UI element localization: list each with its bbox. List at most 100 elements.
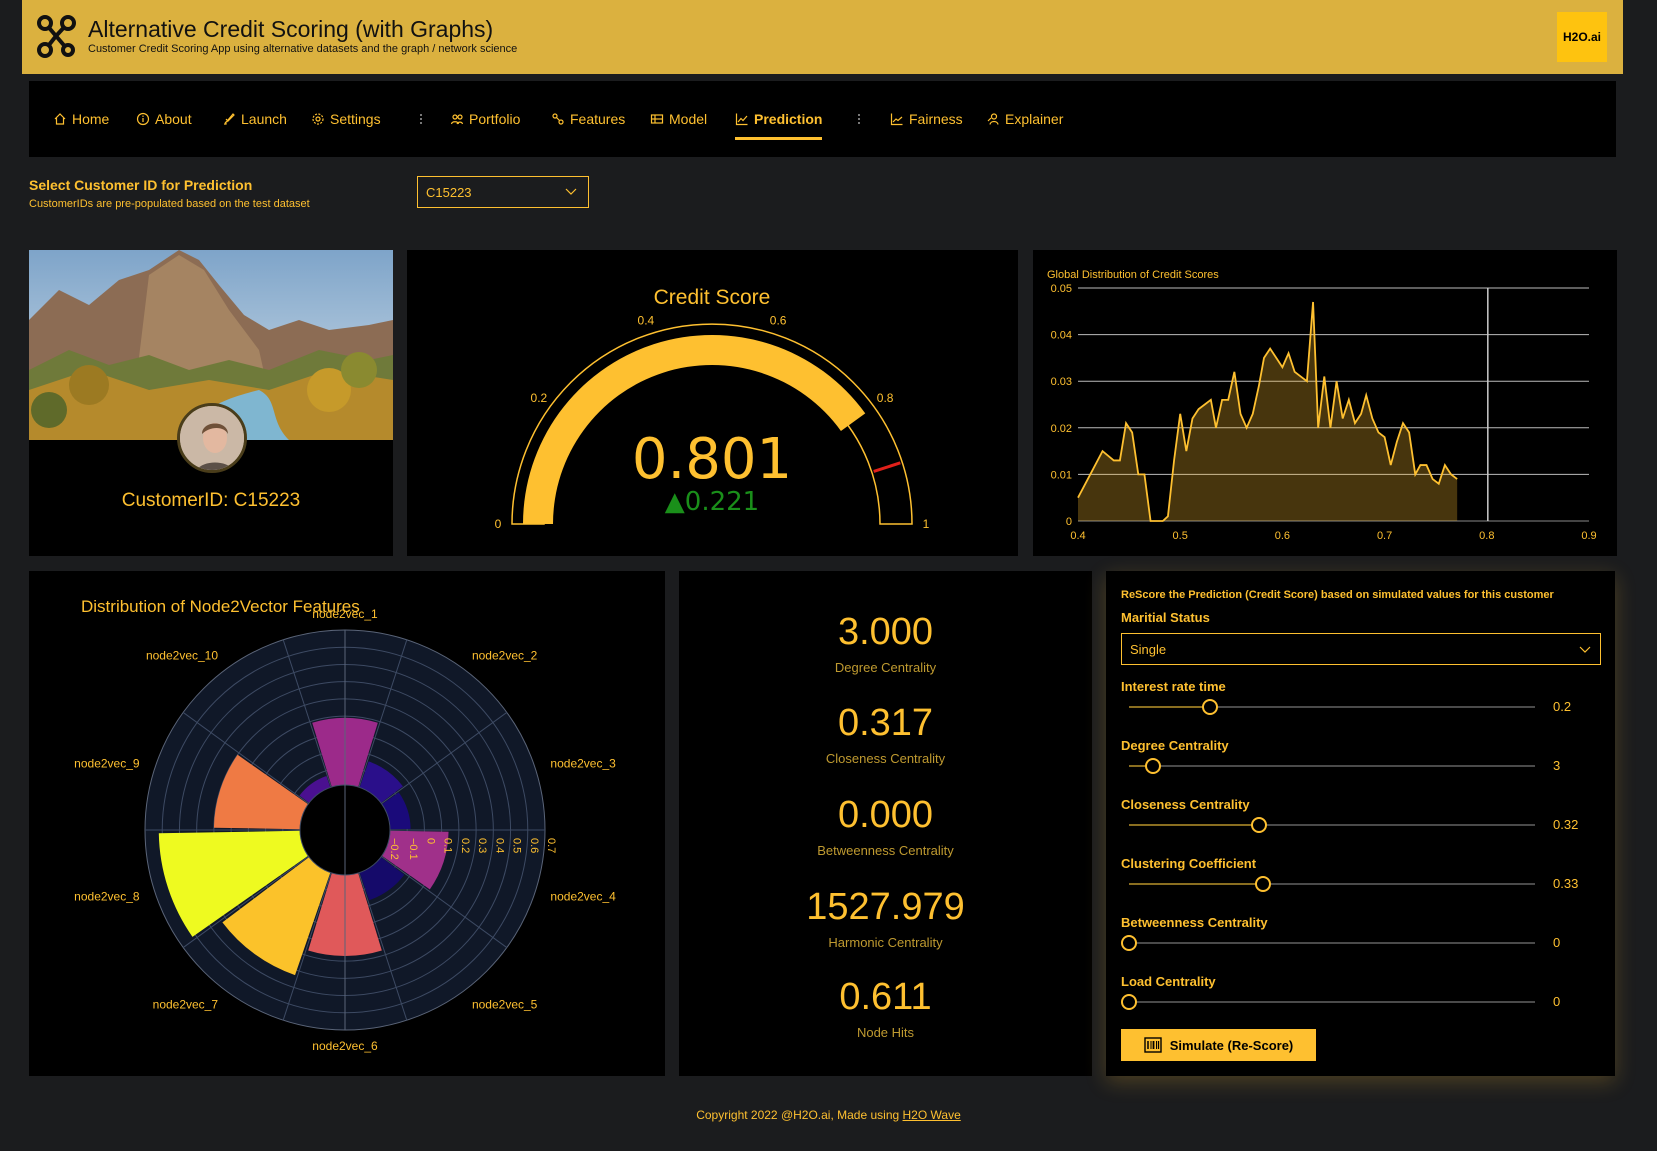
customer-id-dropdown[interactable]: C15223 [417, 176, 589, 208]
polar-category-label: node2vec_2 [472, 648, 538, 662]
slider-label: Load Centrality [1121, 974, 1216, 989]
credit-score-gauge-card: Credit Score 0 0.2 0.4 0.6 0.8 1 0.801 ▲0.221 [407, 250, 1018, 556]
gauge-delta-label: ▲0.221 [665, 487, 759, 517]
distribution-y-tick-label: 0.05 [1051, 283, 1072, 295]
distribution-x-tick-label: 0.9 [1581, 530, 1596, 542]
profile-card: CustomerID: C15223 [29, 250, 393, 556]
slider-thumb[interactable] [1254, 876, 1271, 892]
degree-centrality-label: Degree Centrality [834, 660, 937, 675]
node-hits-label: Node Hits [856, 1025, 915, 1040]
slider-thumb[interactable] [1202, 699, 1219, 715]
tab-settings[interactable]: Settings [311, 81, 381, 157]
slider-thumb[interactable] [1250, 817, 1267, 833]
credit-score-distribution-chart: Global Distribution of Credit Scores 0 0.0… [1047, 269, 1597, 542]
tab-launch-label: Launch [241, 111, 287, 127]
slider-value: 3 [1553, 758, 1561, 773]
chevron-down-icon [1579, 646, 1591, 653]
slider-value: 0.33 [1553, 876, 1579, 891]
harmonic-centrality-label: Harmonic Centrality [828, 935, 943, 950]
footer: Copyright 2022 @H2O.ai, Made using H2O W… [0, 1108, 1657, 1122]
slider-track[interactable] [1129, 876, 1535, 892]
tab-prediction[interactable]: Prediction [735, 81, 822, 157]
credit-score-distribution-card: Global Distribution of Credit Scores 0 0.0… [1033, 250, 1617, 556]
home-icon [54, 113, 66, 125]
h2o-logo[interactable]: H2O.ai [1557, 12, 1607, 62]
harmonic-centrality-value: 1527.979 [806, 886, 965, 928]
app-header: Alternative Credit Scoring (with Graphs)… [22, 0, 1623, 74]
distribution-y-tick-label: 0.03 [1051, 376, 1072, 388]
polar-category-label: node2vec_1 [312, 607, 378, 621]
tab-features-label: Features [570, 111, 626, 127]
polar-category-label: node2vec_4 [550, 890, 616, 904]
closeness-centrality-value: 0.317 [837, 702, 934, 744]
slider-thumb[interactable] [1121, 994, 1137, 1010]
tab-home[interactable]: Home [53, 81, 109, 157]
barcode-icon [1144, 1037, 1162, 1053]
polar-radial-tick-label: 0.5 [511, 838, 523, 853]
simulator-title: ReScore the Prediction (Credit Score) ba… [1121, 589, 1554, 601]
simulate-rescore-button[interactable]: Simulate (Re-Score) [1121, 1029, 1316, 1061]
polar-radial-tick-label: 0 [424, 838, 436, 844]
graph-stats-card: 3.000 Degree Centrality 0.317 Closeness … [679, 571, 1092, 1076]
slider-label: Interest rate time [1121, 679, 1226, 694]
tab-settings-label: Settings [330, 111, 381, 127]
tab-about[interactable]: About [136, 81, 192, 157]
slider-value: 0.2 [1553, 699, 1572, 714]
distribution-y-tick-label: 0 [1066, 516, 1072, 528]
distribution-y-tick-label: 0.02 [1051, 423, 1072, 435]
slider-track[interactable] [1129, 817, 1535, 833]
nav-separator [420, 114, 422, 124]
polar-radial-tick-label: −0.2 [388, 838, 400, 860]
portfolio-icon [450, 114, 464, 125]
tab-portfolio[interactable]: Portfolio [450, 81, 520, 157]
polar-radial-tick-label: 0.3 [476, 838, 488, 853]
tab-home-label: Home [72, 111, 110, 127]
marital-status-dropdown[interactable]: Single [1121, 633, 1601, 665]
slider-track[interactable] [1121, 994, 1535, 1010]
betweenness-centrality-value: 0.000 [837, 794, 934, 836]
chevron-down-icon [565, 188, 577, 195]
fairness-icon [890, 113, 903, 126]
model-icon [650, 114, 664, 124]
customer-id-label: CustomerID: C15223 [121, 490, 301, 511]
polar-category-label: node2vec_8 [74, 890, 140, 904]
tab-portfolio-label: Portfolio [469, 111, 521, 127]
polar-radial-tick-label: 0.4 [493, 838, 505, 853]
tab-model[interactable]: Model [650, 81, 707, 157]
polar-radial-tick-label: 0.6 [528, 838, 540, 853]
slider-value: 0 [1553, 994, 1561, 1009]
polar-radial-tick-label: −0.1 [407, 838, 419, 860]
node2vec-polar-card: Distribution of Node2Vector Features −0.2… [29, 571, 665, 1076]
node-hits-value: 0.611 [839, 976, 932, 1018]
features-icon [552, 113, 564, 125]
degree-centrality-value: 3.000 [837, 611, 934, 653]
gauge-tick-label: 0.8 [877, 391, 894, 405]
app-title: Alternative Credit Scoring (with Graphs) [88, 16, 494, 42]
rocket-icon [224, 113, 235, 125]
slider-thumb[interactable] [1145, 758, 1162, 774]
distribution-x-tick-label: 0.5 [1173, 530, 1188, 542]
slider-fill [1129, 706, 1211, 708]
gauge-tick-label: 0.2 [531, 391, 548, 405]
distribution-x-tick-label: 0.6 [1275, 530, 1290, 542]
gauge-tick-label: 1 [923, 517, 930, 531]
customer-id-value: C15223 [426, 184, 472, 200]
credit-score-gauge: Credit Score 0 0.2 0.4 0.6 0.8 1 0.801▲0.221 [495, 286, 930, 531]
polar-radial-tick-label: 0.2 [459, 838, 471, 853]
polar-category-label: node2vec_6 [312, 1039, 378, 1053]
tab-launch[interactable]: Launch [222, 81, 287, 157]
slider-track[interactable] [1121, 935, 1535, 951]
tab-features[interactable]: Features [551, 81, 625, 157]
polar-category-label: node2vec_7 [153, 998, 219, 1012]
tab-explainer[interactable]: Explainer [986, 81, 1063, 157]
tab-about-label: About [155, 111, 192, 127]
slider-value: 0 [1553, 935, 1561, 950]
tab-fairness[interactable]: Fairness [890, 81, 963, 157]
rescore-simulator-card: ReScore the Prediction (Credit Score) ba… [1106, 571, 1615, 1076]
slider-track[interactable] [1129, 699, 1535, 715]
polar-category-label: node2vec_9 [74, 756, 140, 770]
slider-thumb[interactable] [1121, 935, 1137, 951]
h2o-wave-link[interactable]: H2O Wave [903, 1108, 961, 1122]
slider-track[interactable] [1129, 758, 1535, 774]
polar-radial-tick-label: 0.7 [545, 838, 557, 853]
